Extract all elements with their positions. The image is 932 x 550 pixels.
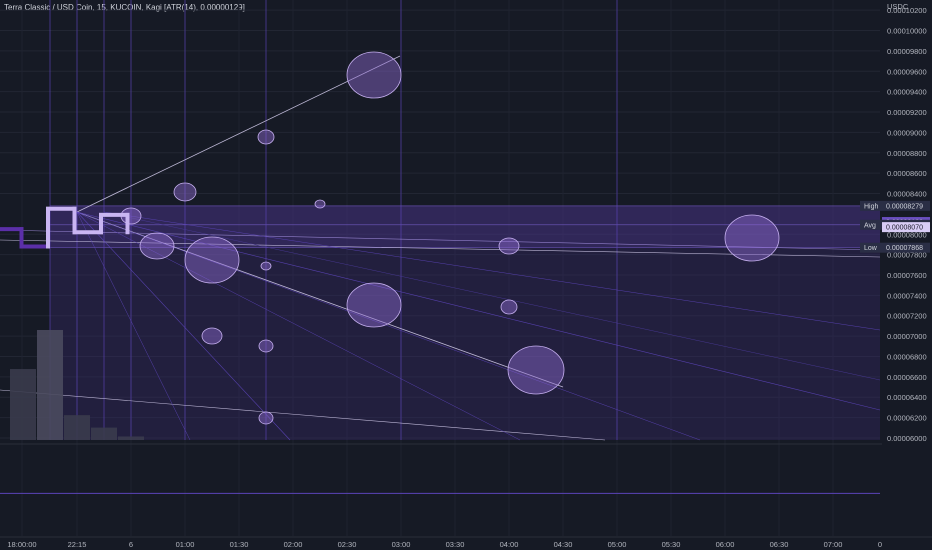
time-tick-label: 0 (878, 540, 882, 549)
circle-marker (258, 411, 274, 425)
price-tick-label: 0.00008600 (887, 169, 927, 178)
circle-marker (184, 236, 240, 284)
price-tick-label: 0.00009800 (887, 47, 927, 56)
circle-marker (173, 182, 197, 202)
price-tick-label: 0.00006200 (887, 414, 927, 423)
circle-marker (314, 199, 326, 209)
time-tick-label: 06:30 (770, 540, 789, 549)
circle-marker (201, 327, 223, 345)
circle-marker (257, 129, 275, 145)
time-axis[interactable]: 18:00:00 22:15 6 01:00 01:30 02:00 02:30 03:00 0… (0, 536, 932, 549)
price-tick-label: 0.00006000 (887, 434, 927, 443)
price-tick-label: 0.00009200 (887, 108, 927, 117)
price-tags: High0.000082790.00008120Avg0.000080930.0… (860, 200, 930, 253)
price-tick-label: 0.00006600 (887, 373, 927, 382)
price-tick-label: 0.00009000 (887, 128, 927, 137)
volume-profile-bar (64, 415, 90, 440)
time-tick-label: 03:00 (392, 540, 411, 549)
time-tick-label: 01:00 (176, 540, 195, 549)
high-tag-value: 0.00008279 (886, 203, 923, 210)
price-tick-label: 0.00009400 (887, 88, 927, 97)
circle-marker (258, 339, 274, 353)
price-tick-label: 0.00010200 (887, 6, 927, 15)
price-tick-label: 0.00006400 (887, 393, 927, 402)
price-tick-label: 0.00008800 (887, 149, 927, 158)
volume-profile-bar (91, 427, 117, 440)
time-tick-label: 02:30 (338, 540, 357, 549)
chart-canvas[interactable]: 0.60%0.40%0.20%0.00%−0.20%−0.40% USDC0.0… (0, 0, 932, 550)
time-tick-label: 04:30 (554, 540, 573, 549)
circle-marker (260, 261, 272, 271)
time-tick-label: 05:30 (662, 540, 681, 549)
circle-marker (346, 282, 402, 328)
time-tick-label: 01:30 (230, 540, 249, 549)
price-tick-label: 0.00009600 (887, 67, 927, 76)
time-tick-label: 6 (129, 540, 133, 549)
avg-tag-label: Avg (864, 222, 876, 229)
price-axis[interactable]: USDC0.000102000.000100000.000098000.0000… (882, 0, 932, 550)
circle-marker (507, 345, 565, 395)
price-tick-label: 0.00007000 (887, 332, 927, 341)
time-tick-label: 05:00 (608, 540, 627, 549)
low-tag-label: Low (864, 245, 878, 252)
low-tag-value: 0.00007868 (886, 245, 923, 252)
price-tick-label: 0.00007400 (887, 291, 927, 300)
price-tick-label: 0.00007200 (887, 312, 927, 321)
circle-marker (346, 51, 402, 99)
time-tick-label: 18:00:00 (7, 540, 36, 549)
time-tick-label: 07:00 (824, 540, 843, 549)
high-tag-label: High (864, 203, 879, 210)
volume-profile-bar (118, 436, 144, 440)
time-tick-label: 22:15 (68, 540, 87, 549)
circle-marker (139, 232, 175, 260)
volume-profile-bar (37, 330, 63, 440)
time-tick-label: 02:00 (284, 540, 303, 549)
volume-profile-bar (10, 369, 36, 440)
time-tick-label: 06:00 (716, 540, 735, 549)
price-tick-label: 0.00010000 (887, 27, 927, 36)
price-tick-label: 0.00007600 (887, 271, 927, 280)
time-tick-label: 03:30 (446, 540, 465, 549)
price-tick-label: 0.00008400 (887, 190, 927, 199)
last-tag-value: 0.00008070 (886, 225, 923, 232)
indicator-pane: 0.60%0.40%0.20%0.00%−0.20%−0.40% (0, 443, 932, 529)
time-tick-label: 04:00 (500, 540, 519, 549)
price-tick-label: 0.00006800 (887, 352, 927, 361)
circle-marker (498, 237, 520, 255)
circle-marker (500, 299, 518, 315)
circle-marker (724, 214, 780, 262)
